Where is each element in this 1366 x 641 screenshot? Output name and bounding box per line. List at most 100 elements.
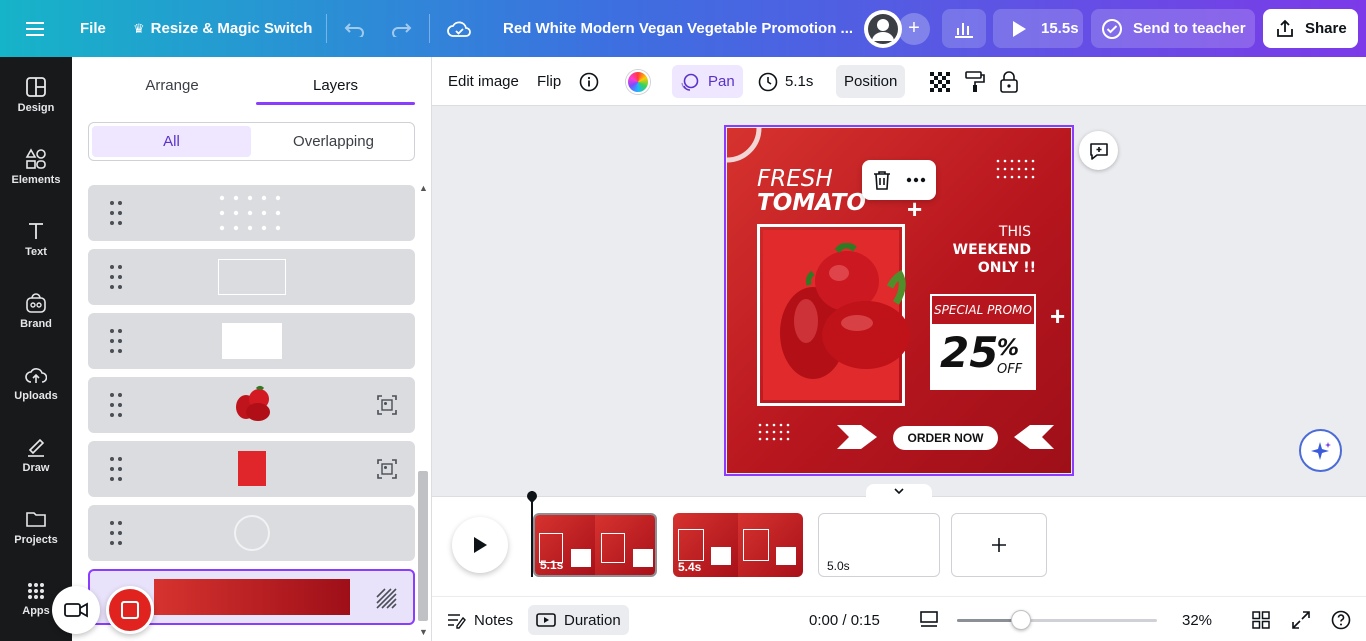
rail-label: Text	[25, 246, 47, 258]
layer-row-dots[interactable]	[88, 185, 415, 241]
notes-icon	[448, 614, 466, 629]
footer-bar: Notes Duration 0:00 / 0:15 32%	[432, 597, 1366, 641]
scroll-thumb[interactable]	[418, 471, 428, 621]
check-circle-icon	[1102, 18, 1122, 39]
share-label: Share	[1305, 20, 1347, 37]
flip-button[interactable]: Flip	[537, 65, 561, 98]
zoom-percentage[interactable]: 32%	[1182, 605, 1212, 635]
help-icon[interactable]	[1331, 605, 1351, 635]
video-camera-icon	[64, 602, 88, 618]
info-icon[interactable]	[579, 65, 599, 98]
page-duration: 5.1s	[540, 558, 564, 572]
paint-roller-icon[interactable]	[965, 65, 985, 98]
rail-item-brand[interactable]: Brand	[0, 281, 72, 341]
notes-button[interactable]: Notes	[446, 605, 513, 635]
resize-magic-switch-button[interactable]: ♛ Resize & Magic Switch	[133, 0, 312, 57]
notes-label: Notes	[474, 611, 514, 629]
zoom-slider[interactable]	[957, 610, 1157, 630]
avatar[interactable]	[864, 9, 902, 48]
add-collaborator-button[interactable]: +	[898, 12, 930, 45]
drag-handle-icon[interactable]	[110, 201, 124, 225]
play-icon	[1013, 20, 1026, 37]
timing-button[interactable]: 5.1s	[758, 65, 813, 98]
frame-icon[interactable]	[377, 395, 397, 415]
sparkle-icon	[1310, 441, 1331, 460]
floating-element-toolbar	[862, 160, 936, 200]
page-thumbnail-1[interactable]: 5.1s	[533, 513, 657, 577]
pan-button[interactable]: Pan	[672, 65, 743, 98]
color-wheel-icon[interactable]	[626, 65, 650, 98]
stop-icon	[121, 601, 139, 619]
rail-item-uploads[interactable]: Uploads	[0, 353, 72, 413]
red-rectangle-thumbnail	[238, 451, 266, 486]
share-button[interactable]: Share	[1263, 9, 1358, 48]
duration-button[interactable]: Duration	[528, 605, 629, 635]
layer-row-red-frame[interactable]	[88, 441, 415, 497]
fullscreen-icon[interactable]	[1292, 605, 1310, 635]
share-icon	[1277, 19, 1293, 37]
rail-item-design[interactable]: Design	[0, 65, 72, 125]
magic-assistant-button[interactable]	[1299, 429, 1342, 472]
cloud-saved-icon[interactable]	[447, 0, 471, 57]
tab-arrange[interactable]: Arrange	[96, 65, 248, 105]
timing-label: 5.1s	[785, 73, 814, 90]
trash-icon[interactable]	[873, 170, 891, 190]
lock-icon[interactable]	[1000, 65, 1018, 98]
filter-overlapping[interactable]: Overlapping	[254, 126, 413, 157]
rail-label: Uploads	[14, 390, 58, 402]
drag-handle-icon[interactable]	[110, 457, 124, 481]
undo-icon[interactable]	[344, 0, 366, 57]
rail-label: Draw	[22, 462, 50, 474]
layer-row-peppers-image[interactable]	[88, 377, 415, 433]
redo-icon[interactable]	[390, 0, 412, 57]
transparency-icon[interactable]	[930, 65, 950, 98]
grid-view-icon[interactable]	[1252, 605, 1270, 635]
tab-layers[interactable]: Layers	[256, 65, 415, 105]
panel-scrollbar[interactable]: ▲ ▼	[416, 183, 430, 641]
zoom-slider-thumb[interactable]	[1011, 610, 1031, 630]
insights-button[interactable]	[942, 9, 986, 48]
add-comment-button[interactable]	[1079, 131, 1118, 170]
page-duration: 5.4s	[678, 560, 702, 574]
page-thumbnail-2[interactable]: 5.4s	[673, 513, 803, 577]
drag-handle-icon[interactable]	[110, 521, 124, 545]
layer-row-circle-outline[interactable]	[88, 505, 415, 561]
playback-time: 0:00 / 0:15	[809, 611, 880, 629]
rail-item-text[interactable]: Text	[0, 209, 72, 269]
timeline-play-button[interactable]	[452, 517, 508, 573]
frame-icon[interactable]	[377, 459, 397, 479]
menu-icon[interactable]	[26, 0, 46, 57]
scroll-down-arrow-icon[interactable]: ▼	[419, 627, 428, 637]
active-tab-indicator	[256, 102, 415, 105]
document-title[interactable]: Red White Modern Vegan Vegetable Promoti…	[503, 0, 853, 57]
collapse-timeline-tab[interactable]	[866, 484, 932, 498]
drag-handle-icon[interactable]	[110, 265, 124, 289]
send-to-teacher-button[interactable]: Send to teacher	[1091, 9, 1255, 48]
page-view-icon[interactable]	[919, 605, 939, 635]
projects-icon	[26, 512, 46, 527]
background-pattern-icon[interactable]	[375, 587, 397, 609]
page-thumbnail-3[interactable]: 5.0s	[818, 513, 940, 577]
draw-icon	[28, 438, 45, 457]
file-menu[interactable]: File	[80, 0, 106, 57]
layer-row-white-box[interactable]	[88, 313, 415, 369]
drag-handle-icon[interactable]	[110, 393, 124, 417]
rail-item-draw[interactable]: Draw	[0, 425, 72, 485]
add-page-button[interactable]	[951, 513, 1047, 577]
rail-item-projects[interactable]: Projects	[0, 497, 72, 557]
drag-handle-icon[interactable]	[110, 329, 124, 353]
play-presentation-button[interactable]: 15.5s	[993, 9, 1083, 48]
send-label: Send to teacher	[1133, 20, 1246, 37]
more-options-icon[interactable]	[906, 177, 926, 183]
circle-outline-thumbnail	[234, 515, 270, 551]
text-icon	[29, 223, 43, 239]
layer-row-frame-outline[interactable]	[88, 249, 415, 305]
position-button[interactable]: Position	[836, 65, 906, 98]
scroll-up-arrow-icon[interactable]: ▲	[419, 183, 428, 193]
play-icon	[474, 537, 487, 553]
record-video-button[interactable]	[52, 586, 100, 634]
edit-image-button[interactable]: Edit image	[448, 65, 519, 98]
filter-all[interactable]: All	[92, 126, 251, 157]
rail-item-elements[interactable]: Elements	[0, 137, 72, 197]
stop-recording-button[interactable]	[106, 586, 154, 634]
